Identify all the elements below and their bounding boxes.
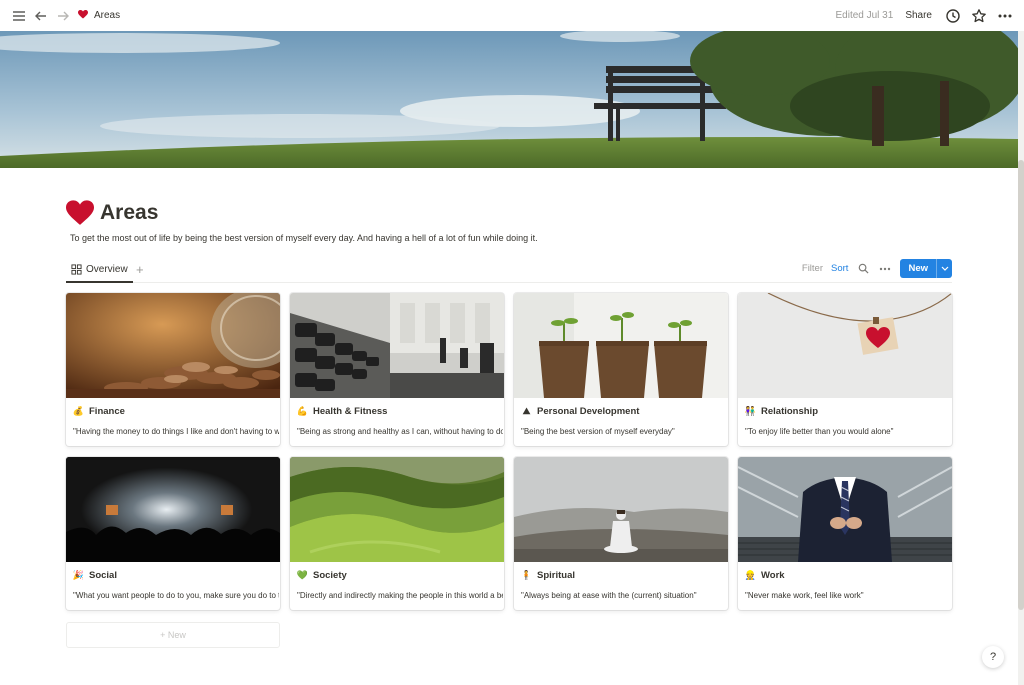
- card-title: Health & Fitness: [313, 406, 388, 417]
- card-description: "Never make work, feel like work": [745, 591, 864, 600]
- page-description[interactable]: To get the most out of life by being the…: [70, 233, 538, 243]
- back-arrow-icon[interactable]: [30, 5, 52, 27]
- chevron-down-icon[interactable]: [936, 259, 952, 278]
- gallery-card-finance[interactable]: 💰 Finance "Having the money to do things…: [66, 293, 280, 446]
- forward-arrow-icon[interactable]: [52, 5, 74, 27]
- card-title: Finance: [89, 406, 125, 417]
- tab-overview-label: Overview: [86, 264, 128, 275]
- person-standing-icon: 🧍: [520, 570, 533, 580]
- star-icon[interactable]: [968, 5, 990, 27]
- card-description: "Having the money to do things I like an…: [73, 427, 279, 436]
- gym-cover-image: [290, 293, 504, 398]
- gallery-card-personal-development[interactable]: ⛰ Personal Development "Being the best v…: [514, 293, 728, 446]
- new-button[interactable]: New: [900, 259, 952, 278]
- card-title: Work: [761, 570, 785, 581]
- couple-icon: 👫: [744, 406, 757, 416]
- card-description: "What you want people to do to you, make…: [73, 591, 279, 600]
- gallery-card-relationship[interactable]: 👫 Relationship "To enjoy life better tha…: [738, 293, 952, 446]
- card-description: "Being as strong and healthy as I can, w…: [297, 427, 503, 436]
- menu-icon[interactable]: [8, 5, 30, 27]
- gallery-card-spiritual[interactable]: 🧍 Spiritual "Always being at ease with t…: [514, 457, 728, 610]
- heart-page-icon[interactable]: [66, 200, 94, 226]
- card-description: "To enjoy life better than you would alo…: [745, 427, 894, 436]
- scrollbar-thumb[interactable]: [1018, 160, 1024, 610]
- sort-button[interactable]: Sort: [831, 263, 848, 274]
- breadcrumb-label: Areas: [94, 10, 121, 21]
- help-button[interactable]: ?: [982, 646, 1004, 668]
- add-new-card-button[interactable]: + New: [66, 622, 280, 648]
- green-heart-icon: 💚: [296, 570, 309, 580]
- seedlings-cover-image: [514, 293, 728, 398]
- add-view-icon[interactable]: +: [136, 262, 144, 277]
- finance-cover-image: [66, 293, 280, 398]
- gallery-card-social[interactable]: 🎉 Social "What you want people to do to …: [66, 457, 280, 610]
- database-view-bar: Overview + Filter Sort New: [66, 258, 952, 283]
- top-bar: Areas Edited Jul 31 Share: [0, 0, 1024, 31]
- card-description: "Being the best version of myself everyd…: [521, 427, 675, 436]
- more-options-icon[interactable]: [878, 262, 892, 276]
- search-icon[interactable]: [856, 262, 870, 276]
- more-options-icon[interactable]: [994, 5, 1016, 27]
- card-title: Personal Development: [537, 406, 640, 417]
- card-title: Social: [89, 570, 117, 581]
- gallery-card-work[interactable]: 👷 Work "Never make work, feel like work": [738, 457, 952, 610]
- gallery-card-health-fitness[interactable]: 💪 Health & Fitness "Being as strong and …: [290, 293, 504, 446]
- worker-icon: 👷: [744, 570, 757, 580]
- mountain-icon: ⛰: [522, 406, 531, 416]
- heart-tag-cover-image: [738, 293, 952, 398]
- card-description: "Directly and indirectly making the peop…: [297, 591, 503, 600]
- cover-image[interactable]: [0, 31, 1018, 168]
- page-title[interactable]: Areas: [100, 201, 158, 225]
- share-button[interactable]: Share: [905, 10, 932, 21]
- meditation-cover-image: [514, 457, 728, 562]
- gallery-card-society[interactable]: 💚 Society "Directly and indirectly makin…: [290, 457, 504, 610]
- green-hills-cover-image: [290, 457, 504, 562]
- card-title: Spiritual: [537, 570, 576, 581]
- coins-icon: 💰: [72, 406, 85, 416]
- card-title: Society: [313, 570, 347, 581]
- card-description: "Always being at ease with the (current)…: [521, 591, 697, 600]
- gallery-icon: [71, 264, 82, 275]
- concert-cover-image: [66, 457, 280, 562]
- party-popper-icon: 🎉: [72, 570, 85, 580]
- flexed-arm-icon: 💪: [296, 406, 309, 416]
- card-title: Relationship: [761, 406, 819, 417]
- tab-overview[interactable]: Overview: [66, 258, 133, 283]
- filter-button[interactable]: Filter: [802, 263, 823, 274]
- new-button-label: New: [908, 263, 928, 274]
- breadcrumb[interactable]: Areas: [78, 9, 121, 22]
- heart-icon: [78, 9, 88, 22]
- edited-timestamp: Edited Jul 31: [835, 10, 894, 21]
- businessman-cover-image: [738, 457, 952, 562]
- clock-icon[interactable]: [942, 5, 964, 27]
